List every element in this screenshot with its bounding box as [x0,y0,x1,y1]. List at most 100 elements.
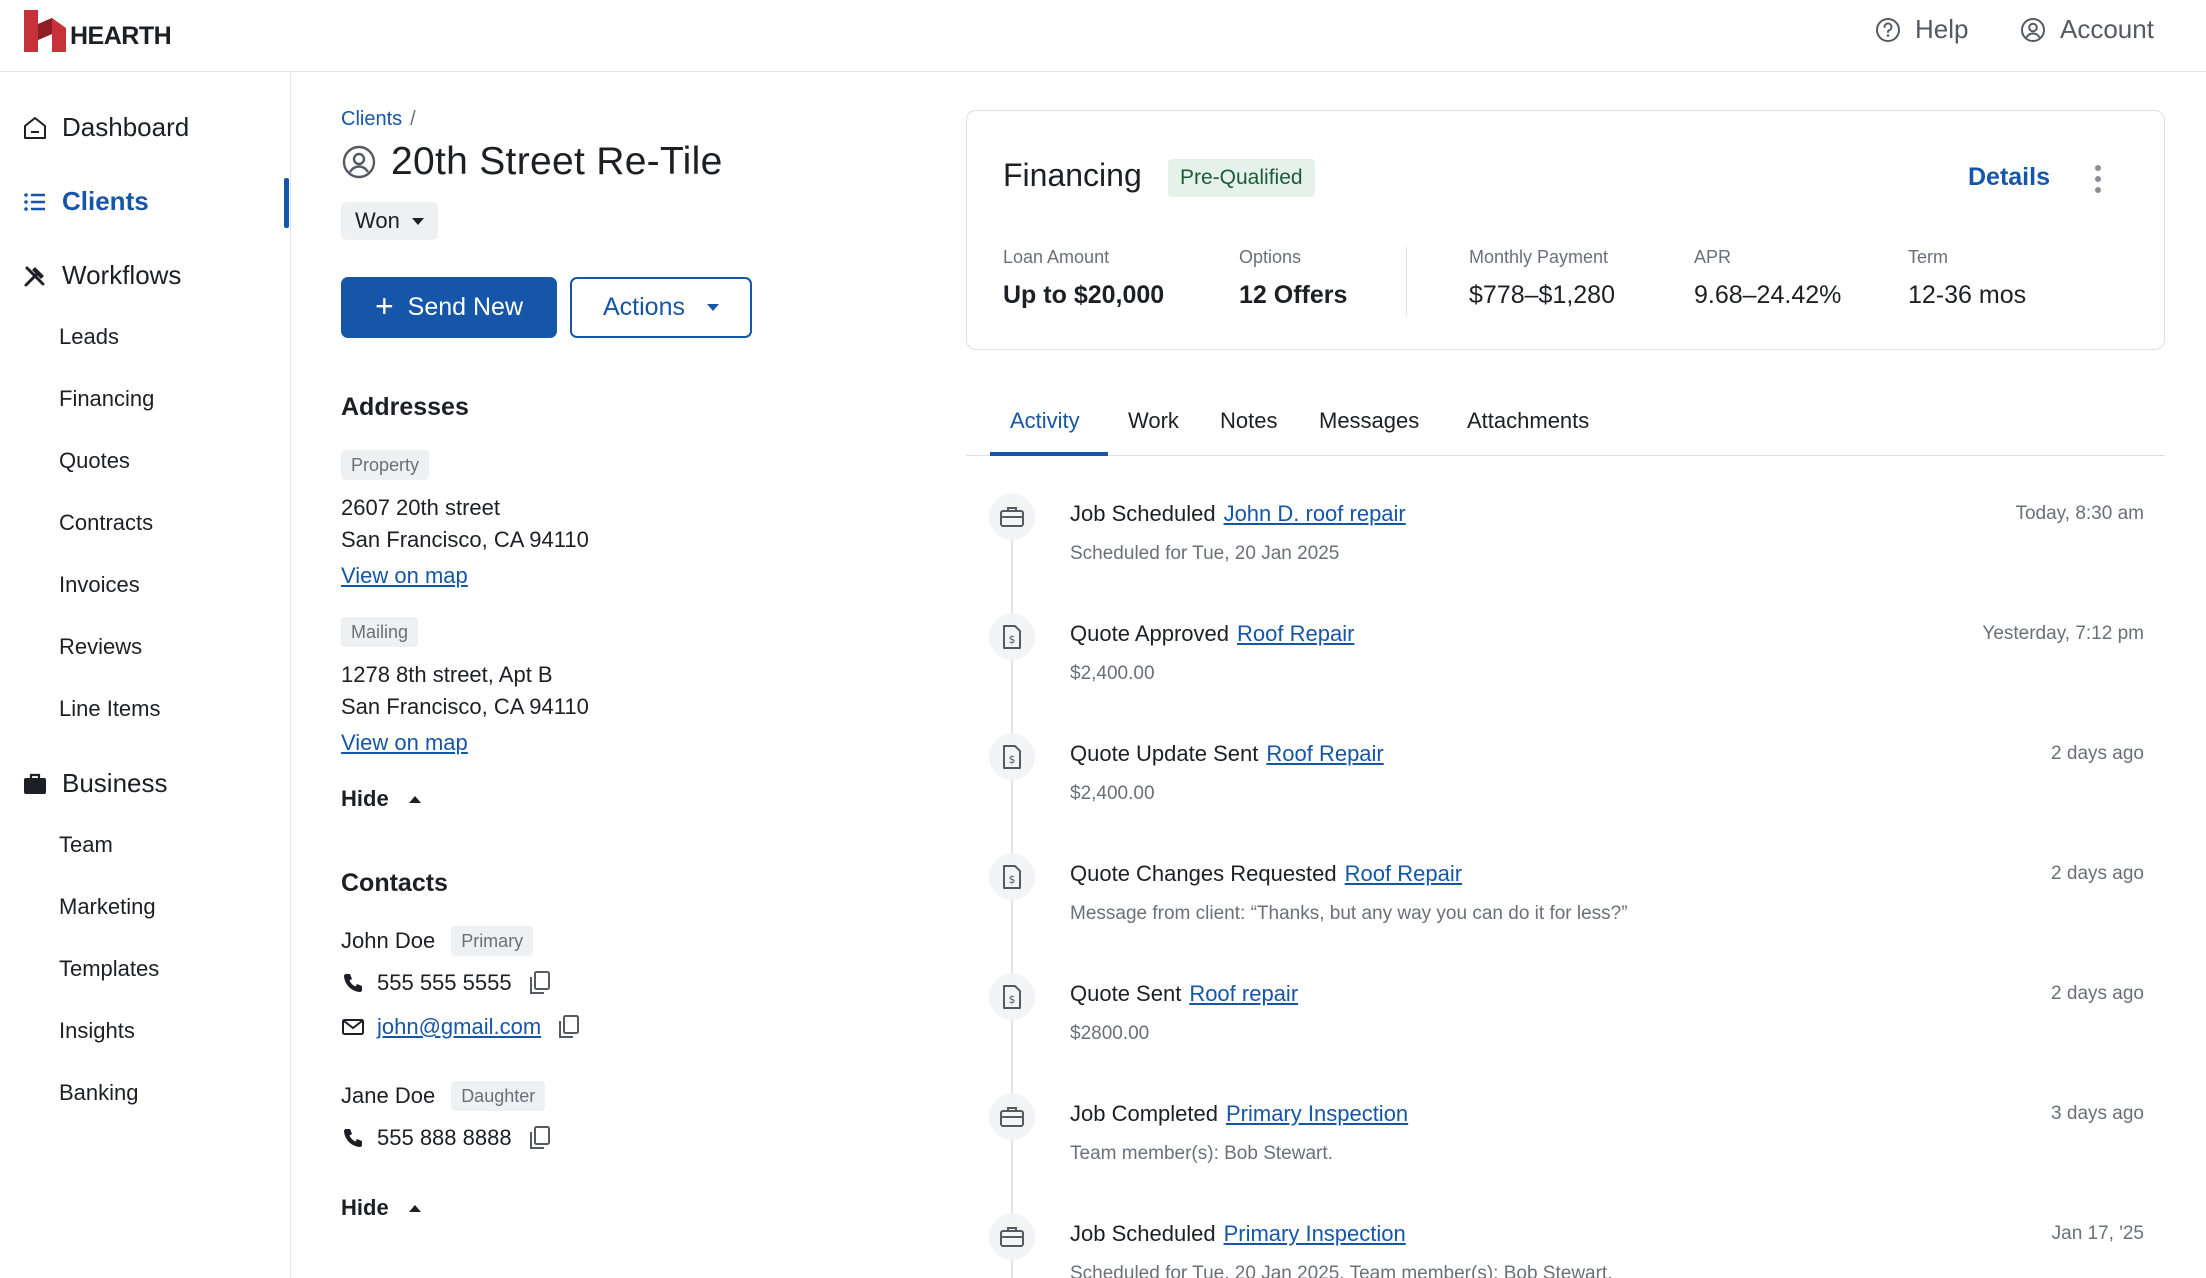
stat-value: $778–$1,280 [1469,281,1615,309]
document-dollar-icon: $ [989,614,1035,660]
nav-financing[interactable]: Financing [59,386,154,412]
address-type-chip: Property [341,450,430,480]
nav-contracts[interactable]: Contracts [59,510,153,536]
nav-dashboard-label: Dashboard [62,112,190,142]
activity-title: Job Scheduled John D. roof repair [1070,501,1406,527]
activity-title: Job Completed Primary Inspection [1070,1101,1408,1127]
send-new-label: Send New [407,293,524,321]
contacts-heading: Contacts [341,869,448,897]
status-dropdown[interactable]: Won [341,202,438,240]
status-value: Won [355,208,400,233]
list-icon [24,192,45,211]
phone-number: 555 888 8888 [377,1125,512,1150]
active-nav-indicator [284,178,289,228]
document-dollar-icon: $ [989,854,1035,900]
copy-icon[interactable] [528,1125,552,1151]
account-label: Account [2060,14,2154,44]
account-link[interactable]: Account [2020,14,2154,45]
briefcase-icon [989,1214,1035,1260]
stat-label: Monthly Payment [1469,247,1609,267]
actions-label: Actions [603,293,685,321]
nav-dashboard[interactable]: Dashboard [22,112,189,143]
activity-link[interactable]: John D. roof repair [1224,501,1406,526]
activity-link[interactable]: Roof Repair [1237,621,1354,646]
activity-title: Quote Sent Roof repair [1070,981,1298,1007]
activity-detail: Scheduled for Tue, 20 Jan 2025. Team mem… [1070,1263,1613,1278]
contact-phone: 555 888 8888 [341,1125,552,1151]
stat-label: Loan Amount [1003,247,1110,267]
svg-text:$: $ [1009,633,1016,646]
activity-link[interactable]: Primary Inspection [1226,1101,1408,1126]
activity-type: Job Scheduled [1070,1221,1216,1246]
contact-name: Jane Doe Daughter [341,1081,546,1111]
email-link[interactable]: john@gmail.com [377,1014,541,1040]
contact-name-text: John Doe [341,928,436,953]
nav-business-label: Business [62,768,168,798]
home-icon [24,116,46,139]
activity-link[interactable]: Primary Inspection [1224,1221,1406,1246]
activity-time: Jan 17, '25 [2051,1223,2144,1244]
activity-type: Job Completed [1070,1101,1218,1126]
nav-invoices[interactable]: Invoices [59,572,140,598]
svg-text:$: $ [1009,993,1016,1006]
activity-title: Job Scheduled Primary Inspection [1070,1221,1406,1247]
send-new-button[interactable]: + Send New [341,277,557,338]
nav-marketing[interactable]: Marketing [59,894,156,920]
tab-attachments[interactable]: Attachments [1467,408,1589,434]
nav-clients-label: Clients [62,186,149,216]
tab-notes[interactable]: Notes [1220,408,1277,434]
activity-time: 2 days ago [2051,863,2144,884]
activity-detail: $2,400.00 [1070,663,1155,684]
nav-reviews[interactable]: Reviews [59,634,142,660]
activity-link[interactable]: Roof Repair [1345,861,1462,886]
contact-role-tag: Primary [451,926,534,956]
document-dollar-icon: $ [989,974,1035,1020]
actions-button[interactable]: Actions [570,277,752,338]
details-link[interactable]: Details [1968,163,2050,192]
active-tab-indicator [990,452,1108,456]
nav-team[interactable]: Team [59,832,113,858]
activity-detail: Team member(s): Bob Stewart. [1070,1143,1333,1164]
brand-logo[interactable]: HEARTH [22,8,172,54]
breadcrumb-clients[interactable]: Clients [341,108,402,130]
more-options-icon[interactable] [2095,165,2101,193]
nav-templates[interactable]: Templates [59,956,159,982]
copy-icon[interactable] [557,1014,581,1040]
briefcase-icon [989,494,1035,540]
view-on-map-link[interactable]: View on map [341,563,468,589]
activity-link[interactable]: Roof Repair [1266,741,1383,766]
briefcase-icon [989,1094,1035,1140]
nav-workflows[interactable]: Workflows [22,260,181,291]
contact-role-tag: Daughter [451,1081,546,1111]
stat-value: 9.68–24.42% [1694,281,1842,309]
hide-addresses-toggle[interactable]: Hide [341,786,421,812]
activity-title: Quote Update Sent Roof Repair [1070,741,1384,767]
nav-insights[interactable]: Insights [59,1018,135,1044]
activity-link[interactable]: Roof repair [1189,981,1298,1006]
svg-text:$: $ [1009,873,1016,886]
divider [1406,247,1407,315]
top-bar: HEARTH Help Account [0,0,2206,72]
nav-workflows-label: Workflows [62,260,182,290]
nav-line-items[interactable]: Line Items [59,696,161,722]
sidebar: Dashboard Clients Workflows Leads Financ… [0,72,291,1278]
nav-business[interactable]: Business [22,768,168,799]
tab-work[interactable]: Work [1128,408,1179,434]
stat-label: APR [1694,247,1732,267]
help-link[interactable]: Help [1875,14,1968,45]
hide-contacts-toggle[interactable]: Hide [341,1195,421,1221]
copy-icon[interactable] [528,970,552,996]
nav-leads[interactable]: Leads [59,324,119,350]
stat-label: Term [1908,247,1948,267]
nav-banking[interactable]: Banking [59,1080,139,1106]
nav-clients[interactable]: Clients [22,186,149,217]
activity-type: Quote Update Sent [1070,741,1259,766]
activity-type: Job Scheduled [1070,501,1216,526]
address-line2: San Francisco, CA 94110 [341,527,589,552]
user-circle-icon [342,145,376,179]
tab-activity[interactable]: Activity [1010,408,1080,434]
view-on-map-link[interactable]: View on map [341,730,468,756]
mailing-address: 1278 8th street, Apt B San Francisco, CA… [341,659,589,723]
tab-messages[interactable]: Messages [1319,408,1419,434]
nav-quotes[interactable]: Quotes [59,448,130,474]
